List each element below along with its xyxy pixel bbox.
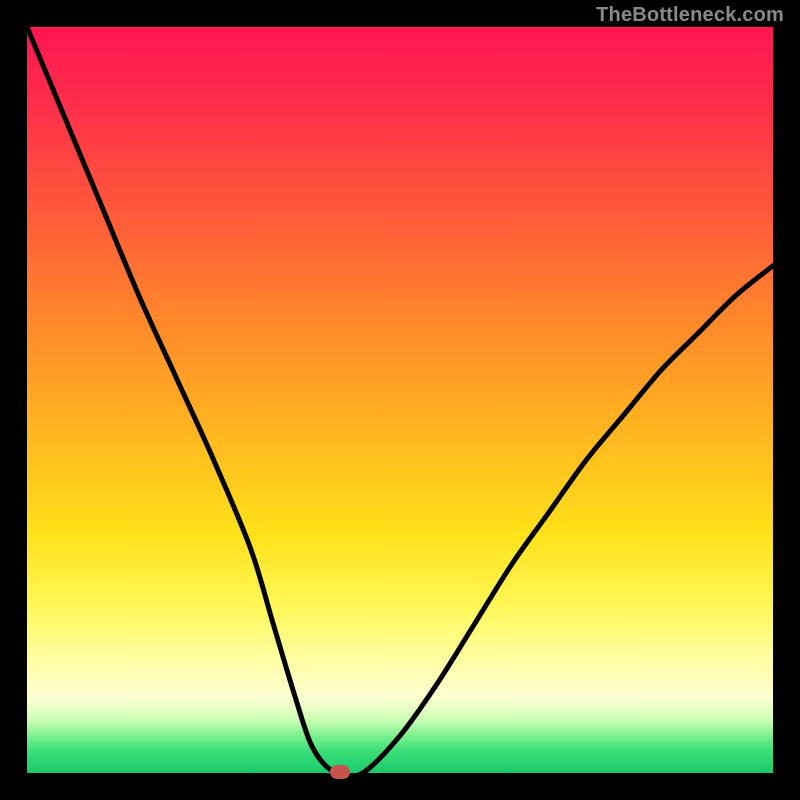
watermark-text: TheBottleneck.com <box>596 4 784 27</box>
optimal-marker <box>330 765 350 779</box>
chart-frame: TheBottleneck.com <box>0 0 800 800</box>
plot-area <box>27 27 773 773</box>
bottleneck-curve <box>27 27 773 773</box>
